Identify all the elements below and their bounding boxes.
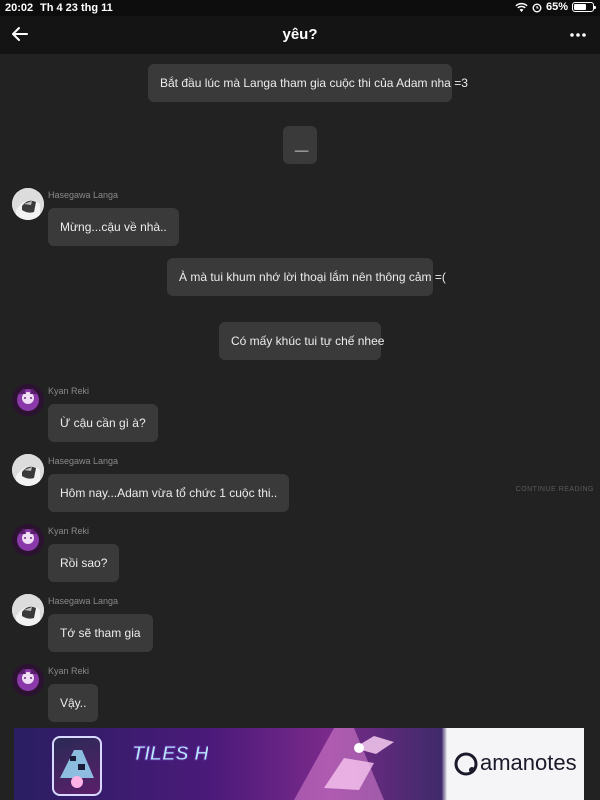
narration-text: Bắt đầu lúc mà Langa tham gia cuộc thi c…: [160, 76, 468, 90]
ad-game-artwork: [294, 728, 394, 800]
speaker-name: Hasegawa Langa: [48, 596, 119, 606]
avatar-reki-image: [12, 384, 44, 416]
status-time: 20:02: [5, 2, 34, 14]
speaker-name: Hasegawa Langa: [48, 456, 119, 466]
chat-text: Mừng...cậu về nhà..: [60, 220, 167, 234]
avatar[interactable]: [12, 594, 44, 626]
avatar[interactable]: [12, 454, 44, 486]
narration-bubble: __: [283, 126, 317, 164]
speaker-name: Hasegawa Langa: [48, 190, 119, 200]
status-date: Th 4 23 thg 11: [40, 2, 113, 14]
narration-bubble: Bắt đầu lúc mà Langa tham gia cuộc thi c…: [148, 64, 468, 102]
ad-brand-name: amanotes: [480, 750, 577, 775]
chat-bubble: Tớ sẽ tham gia: [48, 614, 153, 652]
top-app-bar: yêu?: [0, 16, 600, 54]
chat-bubble: Mừng...cậu về nhà..: [48, 208, 179, 246]
chat-text: Hôm nay...Adam vừa tổ chức 1 cuộc thi..: [60, 486, 278, 500]
speaker-name: Kyan Reki: [48, 666, 90, 676]
avatar-langa-image: [12, 188, 44, 220]
chat-bubble: Ừ cậu cần gì à?: [48, 404, 158, 442]
avatar-langa-image: [12, 454, 44, 486]
ad-game-title: TILES HOP: [132, 743, 208, 765]
speaker-name: Kyan Reki: [48, 526, 90, 536]
avatar[interactable]: [12, 188, 44, 220]
battery-icon: [572, 2, 596, 12]
chat-bubble: Rồi sao?: [48, 544, 120, 582]
chat-text: Ừ cậu cần gì à?: [60, 416, 146, 430]
avatar[interactable]: [12, 664, 44, 696]
alarm-icon: [532, 3, 542, 12]
more-horizontal-icon[interactable]: [568, 25, 588, 45]
chat-text: Vậy..: [60, 696, 87, 710]
tiles-hop-app-icon: [52, 736, 102, 796]
chat-text: Rồi sao?: [60, 556, 108, 570]
tiles-hop-logo: TILES HOP: [132, 743, 209, 766]
battery-percent: 65%: [545, 1, 568, 13]
avatar-reki-image: [12, 664, 44, 696]
avatar[interactable]: [12, 384, 44, 416]
narration-text: À mà tui khum nhớ lời thoại lắm nên thôn…: [179, 270, 446, 284]
status-bar: 20:02 Th 4 23 thg 11 65%: [0, 0, 600, 16]
page-title: yêu?: [282, 26, 318, 43]
watermark-text: CONTINUE READING: [515, 486, 594, 493]
narration-text: Có mấy khúc tui tự chế nhee: [231, 334, 385, 348]
chat-bubble: Vậy..: [48, 684, 99, 722]
narration-text: __: [295, 138, 309, 152]
chat-bubble: Hôm nay...Adam vừa tổ chức 1 cuộc thi..: [48, 474, 290, 512]
battery-fill: [574, 4, 586, 10]
wifi-icon: [515, 2, 528, 12]
speaker-name: Kyan Reki: [48, 386, 90, 396]
status-indicators: 65%: [515, 1, 596, 13]
avatar-langa-image: [12, 594, 44, 626]
avatar-reki-image: [12, 524, 44, 556]
ad-banner[interactable]: TILES HOP amanotes: [14, 728, 584, 800]
chat-area[interactable]: Bắt đầu lúc mà Langa tham gia cuộc thi c…: [0, 54, 600, 728]
amanotes-logo-icon: [454, 752, 478, 776]
avatar[interactable]: [12, 524, 44, 556]
narration-bubble: À mà tui khum nhớ lời thoại lắm nên thôn…: [167, 258, 446, 296]
narration-bubble: Có mấy khúc tui tự chế nhee: [219, 322, 385, 360]
chat-text: Tớ sẽ tham gia: [60, 626, 141, 640]
